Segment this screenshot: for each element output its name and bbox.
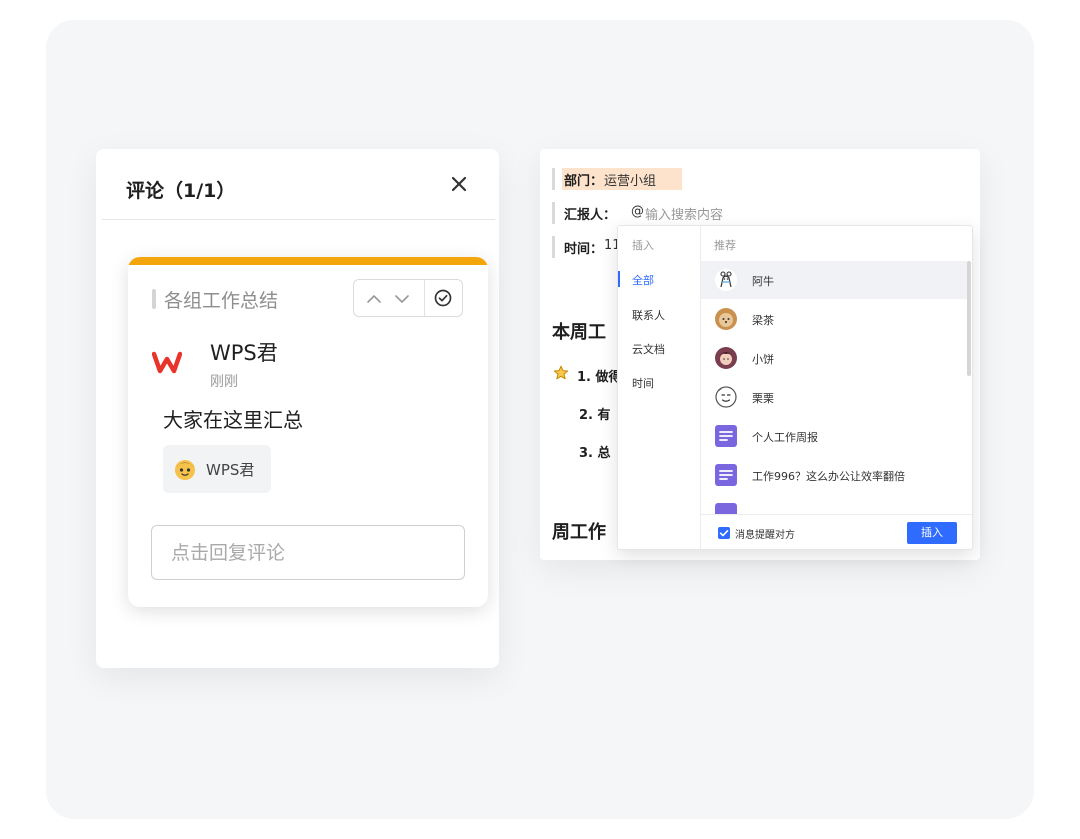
result-item[interactable]: 工作996？这么办公让效率翻倍 xyxy=(701,456,967,494)
field-label: 时间： xyxy=(564,242,604,257)
result-item[interactable]: 梁茶 xyxy=(701,300,967,338)
puppy-avatar-icon xyxy=(715,308,737,330)
girl-avatar-icon xyxy=(715,347,737,369)
doc-list-item: 3. 总 xyxy=(579,446,611,461)
mention-popup: 插入 全部 联系人 云文档 时间 推荐 阿牛 梁茶 小饼 栗栗 个人工作周报 工… xyxy=(617,225,973,550)
result-label: 小饼 xyxy=(752,353,774,366)
category-time[interactable]: 时间 xyxy=(632,375,654,391)
field-marker xyxy=(552,168,555,190)
category-cloud-docs[interactable]: 云文档 xyxy=(632,341,665,357)
header-divider xyxy=(102,219,495,220)
field-marker xyxy=(552,236,555,258)
star-icon xyxy=(553,365,569,380)
mention-name: WPS君 xyxy=(206,461,255,479)
active-indicator xyxy=(618,271,620,287)
bear-sketch-avatar-icon xyxy=(715,269,737,291)
nav-divider xyxy=(424,280,425,316)
comment-panel-title: 评论（1/1） xyxy=(126,180,236,202)
category-all[interactable]: 全部 xyxy=(632,272,654,288)
doc-heading: 周工作 xyxy=(552,522,606,543)
quoted-text: 各组工作总结 xyxy=(164,290,279,312)
comment-nav-group xyxy=(353,279,463,317)
results-scrollbar[interactable] xyxy=(967,261,971,376)
quote-marker xyxy=(152,289,156,309)
comment-panel: 评论（1/1） 各组工作总结 WPS君 刚刚 大家在这里汇总 WPS君 点击回复… xyxy=(96,149,499,668)
field-reporter: 汇报人： @ 输入搜索内容 xyxy=(552,202,752,224)
doc-icon xyxy=(715,464,737,486)
result-label: 梁茶 xyxy=(752,314,774,327)
popup-category-sidebar: 插入 全部 联系人 云文档 时间 xyxy=(618,226,701,549)
cartoon-face-avatar-icon xyxy=(715,386,737,408)
field-department: 部门： 运营小组 xyxy=(552,168,692,190)
mention-search-text[interactable]: 输入搜索内容 xyxy=(645,204,723,223)
author-name: WPS君 xyxy=(210,341,278,365)
field-value: 运营小组 xyxy=(604,174,657,189)
resolve-check-icon[interactable] xyxy=(433,288,453,308)
field-label: 汇报人： xyxy=(564,208,617,223)
result-label: 个人工作周报 xyxy=(752,431,818,444)
comment-card[interactable]: 各组工作总结 WPS君 刚刚 大家在这里汇总 WPS君 点击回复评论 xyxy=(128,257,488,607)
reply-input[interactable] xyxy=(151,525,465,580)
field-marker xyxy=(552,202,555,224)
doc-heading: 本周工 xyxy=(552,322,606,343)
result-item[interactable]: 阿牛 xyxy=(701,261,967,299)
wps-logo-icon xyxy=(152,351,182,374)
result-label: 工作996？这么办公让效率翻倍 xyxy=(752,470,905,483)
category-contacts[interactable]: 联系人 xyxy=(632,307,665,323)
popup-footer: 消息提醒对方 插入 xyxy=(701,514,972,549)
comment-body: 大家在这里汇总 xyxy=(163,408,303,432)
wps-mascot-avatar-icon xyxy=(175,460,195,480)
sidebar-header: 插入 xyxy=(632,239,654,252)
chevron-down-icon[interactable] xyxy=(392,289,412,309)
notify-checkbox[interactable] xyxy=(718,527,730,539)
result-label: 阿牛 xyxy=(752,275,774,288)
close-icon[interactable] xyxy=(448,173,470,195)
result-item[interactable]: 栗栗 xyxy=(701,378,967,416)
chevron-up-icon[interactable] xyxy=(364,289,384,309)
result-label: 栗栗 xyxy=(752,392,774,405)
doc-list-item: 1. 做得 xyxy=(577,370,622,385)
insert-button[interactable]: 插入 xyxy=(907,522,957,544)
result-item[interactable]: 小饼 xyxy=(701,339,967,377)
results-header: 推荐 xyxy=(714,239,736,252)
card-accent-bar xyxy=(128,257,488,265)
mention-at-sign: @ xyxy=(631,204,644,219)
mention-chip[interactable]: WPS君 xyxy=(163,445,271,493)
comment-time: 刚刚 xyxy=(210,374,238,390)
notify-label: 消息提醒对方 xyxy=(735,530,795,541)
result-item[interactable]: 个人工作周报 xyxy=(701,417,967,455)
comment-panel-header: 评论（1/1） xyxy=(96,149,499,221)
doc-icon xyxy=(715,425,737,447)
field-label: 部门： xyxy=(564,174,604,189)
doc-list-item: 2. 有 xyxy=(579,408,611,423)
